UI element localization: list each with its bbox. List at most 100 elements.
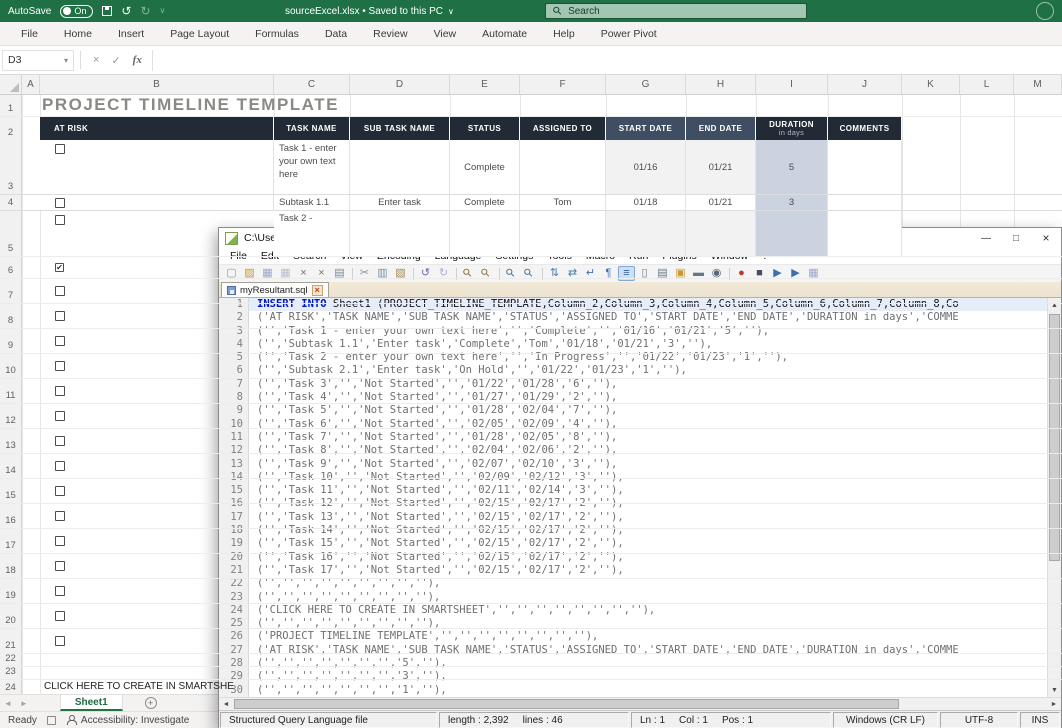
- avatar[interactable]: [1036, 2, 1054, 20]
- column-header[interactable]: G: [606, 75, 686, 94]
- cell-comments[interactable]: [828, 211, 902, 256]
- cell-end-date[interactable]: 01/21: [686, 140, 756, 194]
- select-all-corner[interactable]: [0, 75, 22, 94]
- customize-qat-icon[interactable]: ∨: [160, 7, 166, 15]
- undo-icon[interactable]: ↺: [121, 5, 131, 17]
- row-header[interactable]: 13: [0, 429, 22, 453]
- header-end-date[interactable]: END DATE: [686, 117, 756, 140]
- redo-icon[interactable]: ↻: [140, 5, 150, 17]
- at-risk-checkbox[interactable]: [55, 286, 65, 296]
- row-header[interactable]: 16: [0, 504, 22, 528]
- cell-duration[interactable]: 5: [756, 140, 828, 194]
- row-header[interactable]: 8: [0, 304, 22, 328]
- ribbon-tab[interactable]: Power Pivot: [588, 22, 670, 46]
- row-header[interactable]: 9: [0, 329, 22, 353]
- row-header[interactable]: 18: [0, 554, 22, 578]
- column-header[interactable]: J: [828, 75, 902, 94]
- row-header[interactable]: 7: [0, 279, 22, 303]
- column-header[interactable]: C: [274, 75, 350, 94]
- at-risk-checkbox[interactable]: [55, 311, 65, 321]
- ribbon-tab[interactable]: Automate: [469, 22, 540, 46]
- cell-start-date[interactable]: 01/16: [606, 140, 686, 194]
- accessibility-status[interactable]: Accessibility: Investigate: [66, 715, 189, 726]
- column-header[interactable]: F: [520, 75, 606, 94]
- header-duration[interactable]: DURATIONin days: [756, 117, 828, 140]
- at-risk-checkbox[interactable]: [55, 336, 65, 346]
- column-header[interactable]: K: [902, 75, 960, 94]
- namebox-dropdown-icon[interactable]: ▾: [64, 56, 68, 65]
- chevron-down-icon[interactable]: ∨: [448, 7, 454, 16]
- cell-task-name[interactable]: Subtask 1.1: [274, 195, 350, 210]
- row-header[interactable]: 2: [0, 117, 22, 140]
- at-risk-checkbox[interactable]: [55, 486, 65, 496]
- cell-task-name[interactable]: Task 1 - enter your own text here: [274, 140, 350, 194]
- add-sheet-icon[interactable]: +: [145, 697, 157, 709]
- column-header[interactable]: E: [450, 75, 520, 94]
- horizontal-scrollbar[interactable]: ◄ ►: [219, 697, 1061, 710]
- at-risk-checkbox[interactable]: [55, 561, 65, 571]
- scroll-left-icon[interactable]: ◄: [219, 698, 233, 710]
- row-header[interactable]: 14: [0, 454, 22, 478]
- header-comments[interactable]: COMMENTS: [828, 117, 902, 140]
- row-header[interactable]: 17: [0, 529, 22, 553]
- cell-sub-task[interactable]: Enter task: [350, 195, 450, 210]
- at-risk-checkbox[interactable]: [55, 361, 65, 371]
- search-input[interactable]: ⚲ Search: [545, 3, 807, 19]
- at-risk-checkbox[interactable]: [55, 411, 65, 421]
- cell-start-date[interactable]: 01/18: [606, 195, 686, 210]
- cell-status[interactable]: [450, 211, 520, 256]
- ribbon-tab[interactable]: Insert: [105, 22, 157, 46]
- macro-record-icon[interactable]: [47, 716, 56, 725]
- column-header[interactable]: H: [686, 75, 756, 94]
- at-risk-checkbox-checked[interactable]: ✔: [55, 263, 64, 272]
- cell-duration[interactable]: 3: [756, 195, 828, 210]
- ribbon-tab[interactable]: Review: [360, 22, 420, 46]
- header-at-risk[interactable]: AT RISK: [40, 117, 274, 140]
- insert-mode-status[interactable]: INS: [1020, 712, 1060, 728]
- cell-end-date[interactable]: 01/21: [686, 195, 756, 210]
- row-header[interactable]: 12: [0, 404, 22, 428]
- cell-comments[interactable]: [828, 140, 902, 194]
- formula-input[interactable]: [152, 50, 1062, 71]
- at-risk-checkbox[interactable]: [55, 386, 65, 396]
- next-sheet-icon[interactable]: ►: [16, 699, 32, 708]
- ribbon-tab[interactable]: Formulas: [242, 22, 312, 46]
- cell-comments[interactable]: [828, 195, 902, 210]
- row-header[interactable]: 3: [0, 140, 22, 194]
- ribbon-tab[interactable]: View: [421, 22, 470, 46]
- autosave-toggle[interactable]: On: [60, 5, 93, 18]
- row-header[interactable]: 10: [0, 354, 22, 378]
- column-header[interactable]: M: [1014, 75, 1062, 94]
- cell-assigned[interactable]: [520, 140, 606, 194]
- column-header[interactable]: L: [960, 75, 1014, 94]
- smartsheet-link[interactable]: CLICK HERE TO CREATE IN SMARTSHE: [40, 680, 234, 694]
- cancel-icon[interactable]: ×: [87, 54, 105, 66]
- insert-function-icon[interactable]: fx: [127, 54, 148, 66]
- hscroll-thumb[interactable]: [234, 699, 899, 709]
- column-header[interactable]: D: [350, 75, 450, 94]
- header-start-date[interactable]: START DATE: [606, 117, 686, 140]
- ribbon-tab[interactable]: Help: [540, 22, 588, 46]
- header-sub-task-name[interactable]: SUB TASK NAME: [350, 117, 450, 140]
- row-header[interactable]: 15: [0, 479, 22, 503]
- header-task-name[interactable]: TASK NAME: [274, 117, 350, 140]
- row-header[interactable]: 22: [0, 654, 22, 666]
- row-header[interactable]: 23: [0, 667, 22, 679]
- at-risk-checkbox[interactable]: [55, 586, 65, 596]
- eol-status[interactable]: Windows (CR LF): [833, 712, 938, 728]
- header-assigned-to[interactable]: ASSIGNED TO: [520, 117, 606, 140]
- cell-task-name[interactable]: Task 2 -: [274, 211, 350, 256]
- cell-status[interactable]: Complete: [450, 195, 520, 210]
- row-header[interactable]: 5: [0, 211, 22, 256]
- cell-start-date[interactable]: [606, 211, 686, 256]
- at-risk-checkbox[interactable]: [55, 511, 65, 521]
- at-risk-checkbox[interactable]: [55, 215, 65, 225]
- prev-sheet-icon[interactable]: ◄: [0, 699, 16, 708]
- at-risk-checkbox[interactable]: [55, 198, 65, 208]
- cell-assigned[interactable]: Tom: [520, 195, 606, 210]
- row-header[interactable]: 6: [0, 257, 22, 278]
- row-header[interactable]: 11: [0, 379, 22, 403]
- encoding-status[interactable]: UTF-8: [940, 712, 1018, 728]
- at-risk-checkbox[interactable]: [55, 461, 65, 471]
- cell-duration[interactable]: [756, 211, 828, 256]
